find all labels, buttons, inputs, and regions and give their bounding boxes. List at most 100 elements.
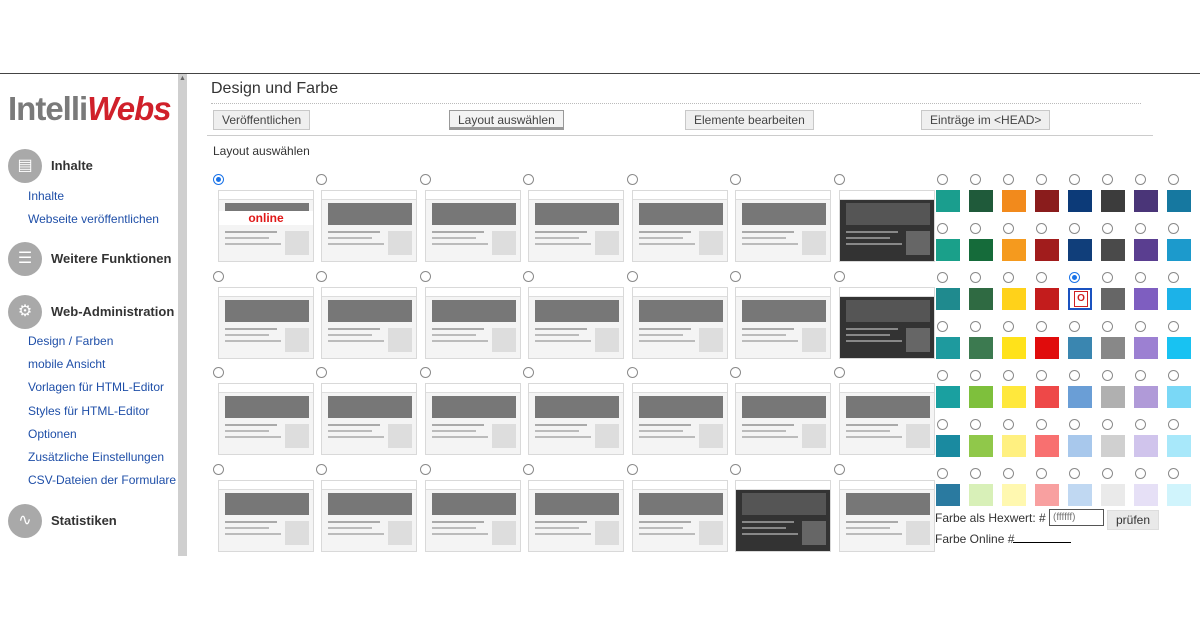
- color-radio[interactable]: [1168, 272, 1179, 283]
- color-radio[interactable]: [1069, 321, 1080, 332]
- layout-thumbnail[interactable]: [735, 287, 831, 359]
- color-swatch[interactable]: O: [1068, 288, 1092, 310]
- color-swatch[interactable]: [1002, 337, 1026, 359]
- color-swatch[interactable]: [1002, 435, 1026, 457]
- color-swatch[interactable]: [936, 288, 960, 310]
- layout-thumbnail[interactable]: [632, 383, 728, 455]
- color-radio[interactable]: [937, 174, 948, 185]
- color-radio[interactable]: [1036, 223, 1047, 234]
- color-swatch[interactable]: [1068, 484, 1092, 506]
- nav-link-mobile-ansicht[interactable]: mobile Ansicht: [28, 357, 105, 371]
- color-radio[interactable]: [937, 419, 948, 430]
- color-swatch[interactable]: [1134, 386, 1158, 408]
- color-radio[interactable]: [937, 468, 948, 479]
- color-radio[interactable]: [1168, 321, 1179, 332]
- layout-thumbnail[interactable]: [632, 480, 728, 552]
- color-swatch[interactable]: [1167, 337, 1191, 359]
- color-radio[interactable]: [1102, 419, 1113, 430]
- layout-radio[interactable]: [523, 367, 534, 378]
- color-swatch[interactable]: [1035, 435, 1059, 457]
- color-radio[interactable]: [937, 223, 948, 234]
- hex-color-input[interactable]: [1049, 509, 1104, 526]
- color-radio[interactable]: [1003, 174, 1014, 185]
- layout-radio[interactable]: [730, 271, 741, 282]
- color-radio[interactable]: [1003, 223, 1014, 234]
- color-radio[interactable]: [1036, 468, 1047, 479]
- color-radio[interactable]: [1036, 174, 1047, 185]
- color-radio[interactable]: [1069, 370, 1080, 381]
- layout-radio[interactable]: [420, 174, 431, 185]
- color-radio[interactable]: [1168, 468, 1179, 479]
- layout-thumbnail[interactable]: [425, 480, 521, 552]
- color-swatch[interactable]: [1035, 190, 1059, 212]
- layout-thumbnail[interactable]: [218, 287, 314, 359]
- layout-radio[interactable]: [834, 367, 845, 378]
- color-swatch[interactable]: [1068, 190, 1092, 212]
- layout-thumbnail[interactable]: [528, 287, 624, 359]
- color-radio[interactable]: [1102, 223, 1113, 234]
- layout-radio[interactable]: [316, 174, 327, 185]
- color-radio[interactable]: [1135, 174, 1146, 185]
- layout-radio[interactable]: [834, 174, 845, 185]
- layout-thumbnail[interactable]: [735, 383, 831, 455]
- color-radio[interactable]: [1135, 321, 1146, 332]
- color-swatch[interactable]: [1002, 386, 1026, 408]
- color-swatch[interactable]: [1101, 435, 1125, 457]
- color-radio[interactable]: [1036, 272, 1047, 283]
- color-radio[interactable]: [1036, 419, 1047, 430]
- color-swatch[interactable]: [1134, 337, 1158, 359]
- color-swatch[interactable]: [969, 190, 993, 212]
- layout-radio[interactable]: [834, 464, 845, 475]
- layout-thumbnail[interactable]: [218, 383, 314, 455]
- layout-radio[interactable]: [420, 271, 431, 282]
- layout-radio[interactable]: [213, 174, 224, 185]
- color-swatch[interactable]: [1134, 239, 1158, 261]
- layout-radio[interactable]: [730, 367, 741, 378]
- layout-radio[interactable]: [627, 271, 638, 282]
- color-radio[interactable]: [937, 272, 948, 283]
- layout-radio[interactable]: [730, 464, 741, 475]
- color-swatch[interactable]: [1167, 190, 1191, 212]
- color-radio[interactable]: [1003, 419, 1014, 430]
- color-swatch[interactable]: [1134, 288, 1158, 310]
- color-swatch[interactable]: [936, 435, 960, 457]
- color-swatch[interactable]: [1002, 239, 1026, 261]
- color-radio[interactable]: [1168, 223, 1179, 234]
- layout-radio[interactable]: [523, 174, 534, 185]
- color-swatch[interactable]: [1167, 484, 1191, 506]
- color-radio[interactable]: [1102, 370, 1113, 381]
- color-radio[interactable]: [970, 419, 981, 430]
- color-swatch[interactable]: [969, 337, 993, 359]
- color-radio[interactable]: [1168, 370, 1179, 381]
- layout-thumbnail[interactable]: [425, 383, 521, 455]
- color-swatch[interactable]: [1068, 386, 1092, 408]
- color-radio[interactable]: [1102, 468, 1113, 479]
- color-radio[interactable]: [1069, 223, 1080, 234]
- color-radio[interactable]: [1003, 370, 1014, 381]
- color-radio[interactable]: [1036, 321, 1047, 332]
- nav-link-styles-html-editor[interactable]: Styles für HTML-Editor: [28, 404, 149, 418]
- layout-thumbnail[interactable]: [425, 287, 521, 359]
- color-swatch[interactable]: [969, 484, 993, 506]
- color-swatch[interactable]: [936, 239, 960, 261]
- layout-thumbnail[interactable]: [839, 383, 935, 455]
- color-swatch[interactable]: [1002, 190, 1026, 212]
- color-swatch[interactable]: [936, 484, 960, 506]
- color-swatch[interactable]: [1101, 288, 1125, 310]
- color-swatch[interactable]: [1035, 337, 1059, 359]
- layout-radio[interactable]: [213, 367, 224, 378]
- color-radio[interactable]: [1135, 370, 1146, 381]
- color-radio[interactable]: [970, 468, 981, 479]
- layout-thumbnail[interactable]: [321, 287, 417, 359]
- layout-radio[interactable]: [213, 271, 224, 282]
- layout-thumbnail[interactable]: [528, 383, 624, 455]
- layout-radio[interactable]: [316, 464, 327, 475]
- layout-thumbnail[interactable]: [218, 480, 314, 552]
- color-swatch[interactable]: [1101, 190, 1125, 212]
- nav-link-optionen[interactable]: Optionen: [28, 427, 77, 441]
- color-swatch[interactable]: [1068, 337, 1092, 359]
- layout-radio[interactable]: [627, 367, 638, 378]
- color-swatch[interactable]: [936, 337, 960, 359]
- color-radio[interactable]: [970, 321, 981, 332]
- color-radio[interactable]: [970, 272, 981, 283]
